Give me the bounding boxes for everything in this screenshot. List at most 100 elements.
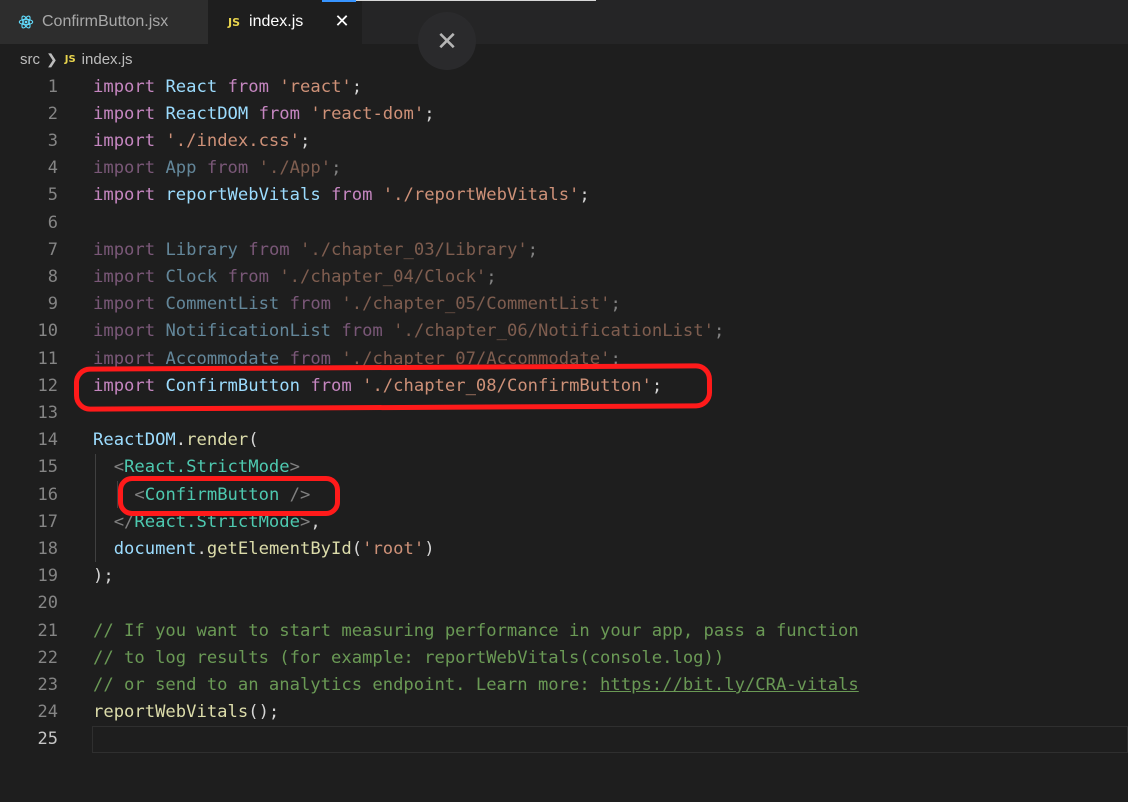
- code-token: ): [424, 538, 435, 559]
- code-line[interactable]: 17 </React.StrictMode>,: [0, 508, 1128, 535]
- code-line[interactable]: 12 import ConfirmButton from './chapter_0…: [0, 372, 1128, 399]
- tab-bar-edge: [356, 0, 596, 1]
- indent-guide: [95, 454, 96, 562]
- code-line[interactable]: 14 ReactDOM.render(: [0, 427, 1128, 454]
- code-token: import: [93, 239, 156, 260]
- code-token: './chapter_05/CommentList': [341, 294, 611, 315]
- code-token: (: [248, 430, 259, 451]
- code-line[interactable]: 22 // to log results (for example: report…: [0, 644, 1128, 671]
- code-token: from: [331, 185, 373, 206]
- current-line-highlight: [92, 726, 1128, 753]
- code-token: from: [258, 103, 301, 124]
- code-token: // or send to an analytics endpoint. Lea…: [93, 674, 601, 695]
- code-token: );: [93, 566, 114, 587]
- code-token: ;: [527, 239, 539, 260]
- code-token: React.StrictMode: [124, 457, 290, 478]
- code-token: from: [206, 158, 249, 179]
- line-number: 24: [37, 702, 58, 723]
- breadcrumb: src ❯ JS index.js: [20, 48, 133, 70]
- code-line[interactable]: 13: [0, 399, 1128, 426]
- code-line[interactable]: 1 import React from 'react';: [0, 73, 1128, 100]
- code-token: React: [165, 76, 218, 97]
- code-token: './chapter_07/Accommodate': [341, 348, 611, 369]
- line-number: 19: [37, 566, 58, 587]
- code-line[interactable]: 6: [0, 209, 1128, 236]
- close-icon[interactable]: ✕: [332, 11, 352, 31]
- js-icon: JS: [228, 15, 241, 29]
- code-token: >: [299, 511, 311, 532]
- code-token: import: [93, 185, 156, 206]
- close-icon: ✕: [436, 25, 458, 56]
- code-token: ,: [310, 511, 321, 532]
- code-token: import: [93, 130, 156, 151]
- code-line[interactable]: 21 // If you want to start measuring perf…: [0, 617, 1128, 644]
- code-line[interactable]: 20: [0, 590, 1128, 617]
- code-line[interactable]: 16 <ConfirmButton />: [0, 481, 1128, 508]
- code-line[interactable]: 5 import reportWebVitals from './reportWe…: [0, 182, 1128, 209]
- code-token: ;: [651, 375, 663, 396]
- line-number: 7: [47, 239, 58, 260]
- code-line[interactable]: 3 import './index.css';: [0, 127, 1128, 154]
- code-text: import React from 'react';: [93, 77, 362, 97]
- code-token: ;: [331, 158, 342, 179]
- code-line[interactable]: 24 reportWebVitals();: [0, 699, 1128, 726]
- tab-confirmbutton-jsx[interactable]: ConfirmButton.jsx: [0, 0, 208, 44]
- code-line[interactable]: 8 import Clock from './chapter_04/Clock';: [0, 263, 1128, 290]
- code-text: // or send to an analytics endpoint. Lea…: [93, 675, 859, 695]
- code-token: from: [310, 375, 352, 396]
- code-line[interactable]: 10 import NotificationList from './chapte…: [0, 318, 1128, 345]
- code-line[interactable]: 11 import Accommodate from './chapter_07/…: [0, 345, 1128, 372]
- code-line[interactable]: 18 document.getElementById('root'): [0, 535, 1128, 562]
- code-text: import Clock from './chapter_04/Clock';: [93, 267, 497, 287]
- code-token: import: [93, 348, 156, 369]
- line-number: 8: [47, 266, 58, 287]
- code-token: 'react': [279, 76, 352, 97]
- code-line[interactable]: 23 // or send to an analytics endpoint. L…: [0, 671, 1128, 698]
- code-token: './App': [258, 158, 332, 179]
- breadcrumb-file[interactable]: index.js: [82, 51, 133, 68]
- floating-close-icon[interactable]: ✕: [418, 12, 476, 70]
- code-text: </React.StrictMode>,: [93, 512, 321, 532]
- code-token: // If you want to start measuring perfor…: [93, 620, 859, 641]
- code-line[interactable]: 15 <React.StrictMode>: [0, 454, 1128, 481]
- code-token: from: [227, 266, 269, 287]
- code-line[interactable]: 9 import CommentList from './chapter_05/C…: [0, 291, 1128, 318]
- code-line[interactable]: 4 import App from './App';: [0, 155, 1128, 182]
- code-line[interactable]: 19);: [0, 563, 1128, 590]
- code-text: import './index.css';: [93, 131, 310, 151]
- code-token: from: [227, 76, 269, 97]
- line-number: 25: [37, 729, 58, 750]
- code-token: ConfirmButton: [165, 375, 300, 396]
- code-text: import ReactDOM from 'react-dom';: [93, 104, 435, 124]
- code-text: import Accommodate from './chapter_07/Ac…: [93, 349, 621, 369]
- code-token: </: [113, 511, 135, 532]
- code-token: ;: [351, 76, 363, 97]
- code-token[interactable]: https://bit.ly/CRA-vitals: [600, 675, 859, 695]
- code-line[interactable]: 2 import ReactDOM from 'react-dom';: [0, 100, 1128, 127]
- code-token: './chapter_03/Library': [300, 239, 528, 260]
- line-number: 18: [37, 538, 58, 559]
- breadcrumb-folder[interactable]: src: [20, 51, 40, 68]
- tab-index-js[interactable]: JS index.js ✕: [208, 0, 362, 44]
- line-number: 4: [47, 158, 58, 179]
- code-token: // to log results (for example: reportWe…: [93, 647, 725, 668]
- code-token: ;: [486, 266, 497, 287]
- code-text: import reportWebVitals from './reportWeb…: [93, 185, 590, 205]
- line-number: 23: [37, 674, 58, 695]
- code-token: from: [289, 294, 332, 315]
- code-text: // If you want to start measuring perfor…: [93, 621, 859, 641]
- code-text: <ConfirmButton />: [93, 485, 310, 505]
- line-number: 13: [37, 402, 58, 423]
- code-line[interactable]: 7 import Library from './chapter_03/Libra…: [0, 236, 1128, 263]
- line-number: 3: [47, 130, 58, 151]
